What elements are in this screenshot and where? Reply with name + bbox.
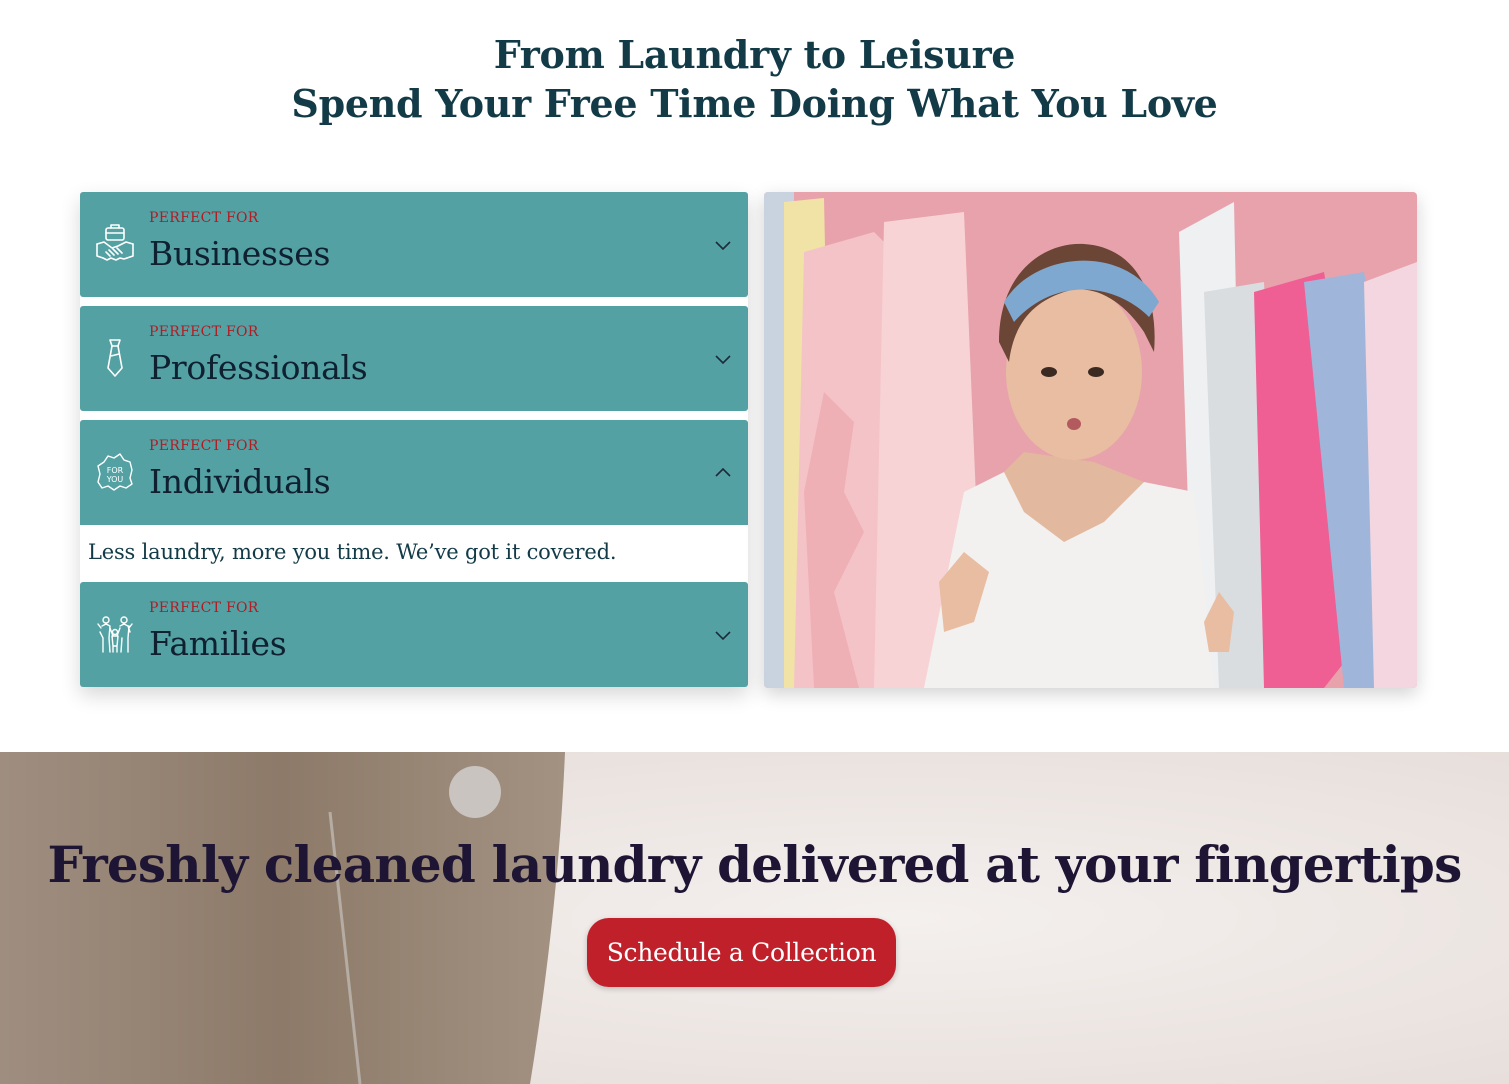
- accordion-header-businesses[interactable]: PERFECT FOR Businesses: [80, 192, 748, 297]
- svg-text:FOR: FOR: [107, 466, 124, 475]
- chevron-up-icon[interactable]: [714, 465, 732, 479]
- accordion-header-families[interactable]: PERFECT FOR Families: [80, 582, 748, 687]
- accordion-header-professionals[interactable]: PERFECT FOR Professionals: [80, 306, 748, 411]
- audience-accordion: PERFECT FOR Businesses PERFECT FOR Profe…: [80, 192, 748, 687]
- page-title-line-2: Spend Your Free Time Doing What You Love: [291, 81, 1218, 126]
- accordion-body-individuals: Less laundry, more you time. We’ve got i…: [80, 525, 748, 582]
- accordion-title: Businesses: [149, 234, 331, 273]
- accordion-title: Individuals: [149, 462, 331, 501]
- handshake-briefcase-icon: [94, 222, 136, 266]
- accordion-kicker: PERFECT FOR: [149, 210, 259, 226]
- page-title: From Laundry to Leisure Spend Your Free …: [0, 30, 1509, 128]
- for-you-icon: FOR YOU: [94, 450, 136, 494]
- accordion-item-families: PERFECT FOR Families: [80, 582, 748, 687]
- necktie-icon: [94, 336, 136, 380]
- accordion-item-individuals: FOR YOU PERFECT FOR Individuals Less lau…: [80, 420, 748, 582]
- woman-wardrobe-photo: [764, 192, 1417, 688]
- chevron-down-icon[interactable]: [714, 627, 732, 641]
- chevron-down-icon[interactable]: [714, 351, 732, 365]
- accordion-title: Families: [149, 624, 287, 663]
- schedule-collection-button[interactable]: Schedule a Collection: [587, 918, 896, 987]
- chevron-down-icon[interactable]: [714, 237, 732, 251]
- accordion-item-businesses: PERFECT FOR Businesses: [80, 192, 748, 297]
- accordion-item-professionals: PERFECT FOR Professionals: [80, 306, 748, 411]
- cta-banner: Freshly cleaned laundry delivered at you…: [0, 752, 1509, 1084]
- accordion-kicker: PERFECT FOR: [149, 324, 259, 340]
- family-icon: [94, 612, 136, 656]
- accordion-header-individuals[interactable]: FOR YOU PERFECT FOR Individuals: [80, 420, 748, 525]
- accordion-title: Professionals: [149, 348, 368, 387]
- page-title-line-1: From Laundry to Leisure: [493, 32, 1016, 77]
- svg-text:YOU: YOU: [106, 475, 124, 484]
- accordion-kicker: PERFECT FOR: [149, 600, 259, 616]
- banner-heading: Freshly cleaned laundry delivered at you…: [47, 835, 1463, 894]
- accordion-kicker: PERFECT FOR: [149, 438, 259, 454]
